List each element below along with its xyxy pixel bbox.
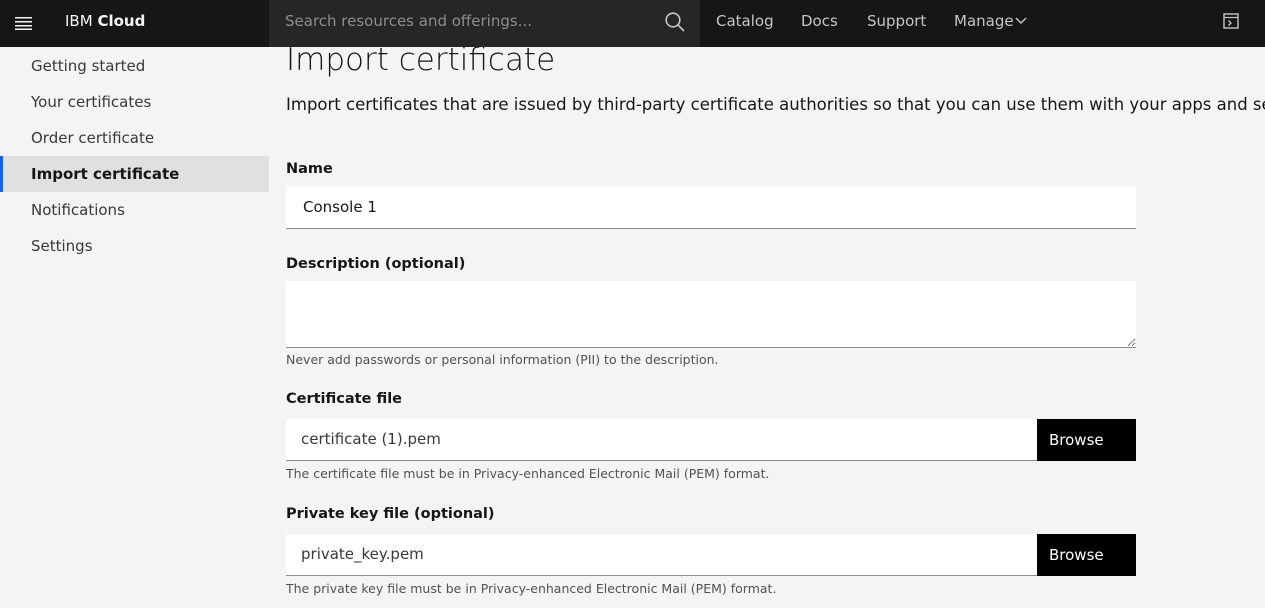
sidebar: Getting started Your certificates Order … [0,47,269,608]
page-title: Import certificate [286,42,556,78]
description-helper-text: Never add passwords or personal informat… [286,352,719,367]
chevron-down-icon[interactable] [1014,14,1028,28]
search-input[interactable] [269,0,649,42]
certificate-file-field[interactable]: certificate (1).pem [286,419,1037,461]
brand-name: Cloud [97,12,146,30]
sidebar-item-import-certificate[interactable]: Import certificate [0,156,269,192]
sidebar-item-getting-started[interactable]: Getting started [0,48,269,84]
sidebar-item-your-certificates[interactable]: Your certificates [0,84,269,120]
sidebar-item-settings[interactable]: Settings [0,228,269,264]
nav-docs[interactable]: Docs [801,0,838,42]
certificate-browse-button[interactable]: Browse [1037,419,1136,461]
name-field[interactable] [286,186,1136,229]
search-icon[interactable] [664,11,686,33]
search-bar [269,0,700,47]
sidebar-item-notifications[interactable]: Notifications [0,192,269,228]
name-label: Name [286,161,333,177]
nav-support[interactable]: Support [867,0,926,42]
brand-logo[interactable]: IBM Cloud [65,0,145,47]
private-key-helper-text: The private key file must be in Privacy-… [286,581,777,596]
private-key-file-field[interactable]: private_key.pem [286,534,1037,576]
private-key-file-label: Private key file (optional) [286,506,495,522]
description-field[interactable] [286,281,1136,348]
page-description: Import certificates that are issued by t… [286,95,1265,114]
nav-catalog[interactable]: Catalog [716,0,774,42]
nav-manage[interactable]: Manage [954,0,1014,42]
description-label: Description (optional) [286,256,466,272]
brand-prefix: IBM [65,12,93,30]
private-key-browse-button[interactable]: Browse [1037,534,1136,576]
cloud-shell-icon[interactable] [1221,11,1241,31]
certificate-file-label: Certificate file [286,391,403,407]
sidebar-item-order-certificate[interactable]: Order certificate [0,120,269,156]
certificate-helper-text: The certificate file must be in Privacy-… [286,466,770,481]
top-navigation-bar: IBM Cloud Catalog Docs Support Manage [0,0,1265,47]
hamburger-menu-icon[interactable] [0,0,47,47]
